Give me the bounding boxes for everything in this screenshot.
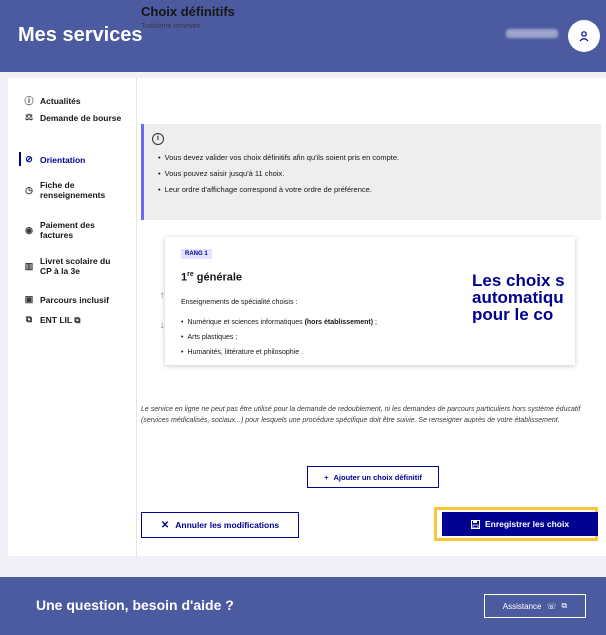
scale-icon: ⚖ [24,112,34,122]
info-list: Vous devez valider vos choix définitifs … [158,150,399,198]
disclaimer-note: Le service en ligne ne peut pas être uti… [141,406,581,424]
sidebar-item-label: ENT LIL ⧉ [40,314,81,325]
sidebar-item-label: Parcours inclusif [40,294,109,305]
sidebar-item-label: Fiche de renseignements [40,180,106,200]
info-icon: ⓘ [24,96,34,106]
help-question: Une question, besoin d'aide ? [36,597,234,613]
save-button[interactable]: Enregistrer les choix [442,512,598,536]
user-avatar[interactable] [568,20,600,52]
cancel-button[interactable]: ✕ Annuler les modifications [141,512,299,538]
rank-badge: RANG 1 [181,249,212,259]
sidebar-item-label: Livret scolaire du CP à la 3e [40,256,111,276]
user-name-blurred [506,29,558,38]
compass-icon: ⊘ [25,154,33,164]
info-item: Vous pouvez saisir jusqu'à 11 choix. [158,166,399,182]
info-item: Vous devez valider vos choix définitifs … [158,150,399,166]
speciality-item: Numérique et sciences informatiques (hor… [181,315,376,330]
page-title: Choix définitifs [141,4,235,19]
sidebar-item-orientation[interactable]: ⊘ Orientation [8,152,136,166]
page-subtitle: Troisième trimestre [141,23,201,30]
external-link-icon: ⧉ [25,314,33,324]
user-icon [579,31,589,42]
assistance-button[interactable]: Assistance ☏ ⧉ [484,594,586,618]
speciality-item: Humanités, littérature et philosophie . [181,345,377,360]
speciality-list: Numérique et sciences informatiques (hor… [181,315,377,360]
inclusive-icon: ▣ [24,294,34,304]
sidebar-item-label: Paiement des factures [40,220,95,240]
sidebar-item-label: Demande de bourse [40,112,122,123]
active-indicator [19,152,21,166]
sidebar-item-paiement[interactable]: ◉ Paiement des factures [8,220,136,240]
document-icon: ◷ [25,184,33,195]
overlay-annotation: Les choix s automatiqu pour le co [472,272,565,323]
sidebar-item-livret[interactable]: ▥ Livret scolaire du CP à la 3e [8,256,136,276]
save-icon [470,519,480,529]
header: Mes services [0,0,606,72]
sidebar-item-bourse[interactable]: ⚖ Demande de bourse [8,112,136,123]
sidebar-item-label: Orientation [40,154,86,165]
plus-icon: + [324,472,329,482]
sidebar-item-fiche[interactable]: ◷ Fiche de renseignements [8,180,136,200]
app-title: Mes services [18,24,143,46]
sidebar-divider [136,78,137,556]
help-footer: Une question, besoin d'aide ? Assistance… [0,577,606,635]
info-item: Leur ordre d'affichage correspond à votr… [158,182,399,198]
book-icon: ▥ [24,260,34,271]
info-icon: i [152,133,164,145]
assistance-icon: ☏ [546,601,557,611]
choice-title: 1re générale [181,271,243,284]
coin-icon: ◉ [25,224,33,235]
sidebar-item-actualites[interactable]: ⓘ Actualités [8,94,136,107]
sidebar-item-parcours[interactable]: ▣ Parcours inclusif [8,294,136,305]
sidebar: ⓘ Actualités ⚖ Demande de bourse ⊘ Orien… [8,78,136,556]
speciality-item: Arts plastiques ; [181,330,377,345]
speciality-label: Enseignements de spécialité choisis : [181,299,298,306]
close-icon: ✕ [160,519,170,531]
external-link-icon: ⧉ [561,601,568,610]
add-choice-button[interactable]: + Ajouter un choix définitif [307,466,439,488]
info-callout: i Vous devez valider vos choix définitif… [141,124,601,220]
sidebar-item-label: Actualités [40,95,81,106]
sidebar-item-ent[interactable]: ⧉ ENT LIL ⧉ [8,314,136,325]
